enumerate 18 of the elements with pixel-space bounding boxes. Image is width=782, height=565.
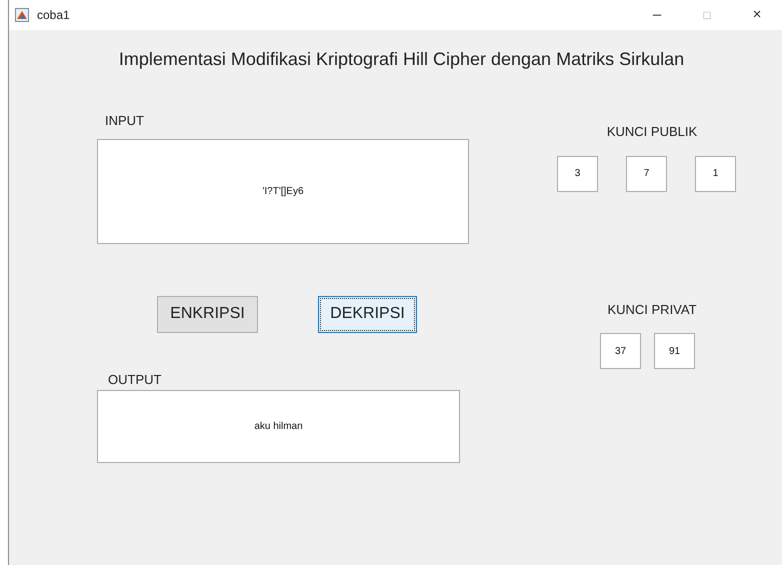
encrypt-button[interactable]: ENKRIPSI [157,296,258,332]
window-title: coba1 [37,7,70,24]
input-field[interactable]: 'I?T'[]Ey6 [97,138,469,244]
output-label: OUTPUT [108,370,162,388]
private-key-field[interactable]: 91 [654,333,695,369]
input-label: INPUT [105,112,145,130]
public-key-field[interactable]: 3 [557,156,598,192]
minimize-button[interactable]: – [632,4,682,26]
app-icon [15,8,29,22]
output-field[interactable]: aku hilman [97,390,460,463]
public-key-field[interactable]: 7 [626,156,667,192]
decrypt-button[interactable]: DEKRIPSI [318,296,417,332]
public-key-field[interactable]: 1 [695,156,736,192]
private-key-field[interactable]: 37 [600,333,641,369]
private-key-label: KUNCI PRIVAT [606,300,698,318]
close-button[interactable]: × [732,4,782,26]
app-heading: Implementasi Modifikasi Kriptografi Hill Cipher dengan Matriks Sirkulan [118,48,686,71]
public-key-label: KUNCI PUBLIK [606,123,698,141]
